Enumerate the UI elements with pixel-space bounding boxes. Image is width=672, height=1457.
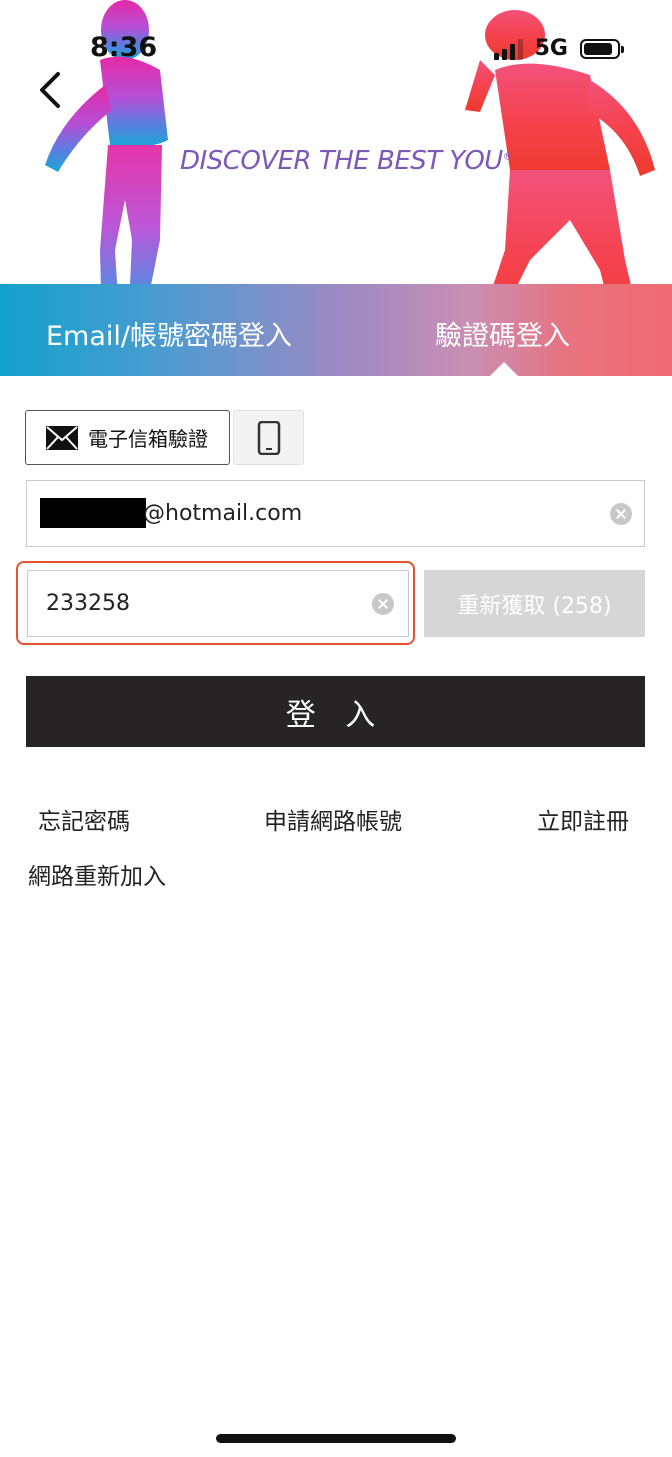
apply-online-account-link[interactable]: 申請網路帳號: [264, 802, 402, 836]
home-indicator: [216, 1434, 456, 1443]
active-tab-pointer: [490, 362, 518, 376]
phone-verification-option[interactable]: [233, 410, 304, 465]
email-verification-option[interactable]: 電子信箱驗證: [25, 410, 230, 465]
envelope-icon: [46, 425, 78, 450]
register-now-link[interactable]: 立即註冊: [537, 802, 629, 836]
clear-email-icon[interactable]: [610, 503, 632, 525]
online-rejoin-link[interactable]: 網路重新加入: [28, 857, 166, 891]
verification-code-input[interactable]: 233258: [27, 570, 409, 637]
redacted-email-prefix: [40, 498, 146, 528]
verification-code-value: 233258: [46, 591, 130, 616]
forgot-password-link[interactable]: 忘記密碼: [38, 802, 130, 836]
mobile-phone-icon: [257, 420, 280, 455]
hero-slogan: DISCOVER THE BEST YOU®: [180, 146, 513, 176]
status-indicators: 5G: [493, 36, 624, 61]
tab-verification-code-login[interactable]: 驗證碼登入: [435, 314, 570, 353]
tab-email-password-login[interactable]: Email/帳號密碼登入: [46, 314, 292, 353]
email-input-value: @hotmail.com: [143, 501, 303, 526]
network-label: 5G: [534, 36, 568, 61]
back-chevron-icon[interactable]: [32, 70, 68, 110]
battery-icon: [580, 38, 624, 59]
signal-icon: [493, 38, 523, 60]
login-button[interactable]: 登 入: [26, 676, 645, 747]
email-verification-label: 電子信箱驗證: [88, 427, 208, 451]
email-input[interactable]: @hotmail.com: [26, 480, 645, 547]
status-time: 8:36: [90, 32, 158, 63]
resend-code-button[interactable]: 重新獲取 (258): [424, 570, 645, 637]
clear-code-icon[interactable]: [372, 593, 394, 615]
